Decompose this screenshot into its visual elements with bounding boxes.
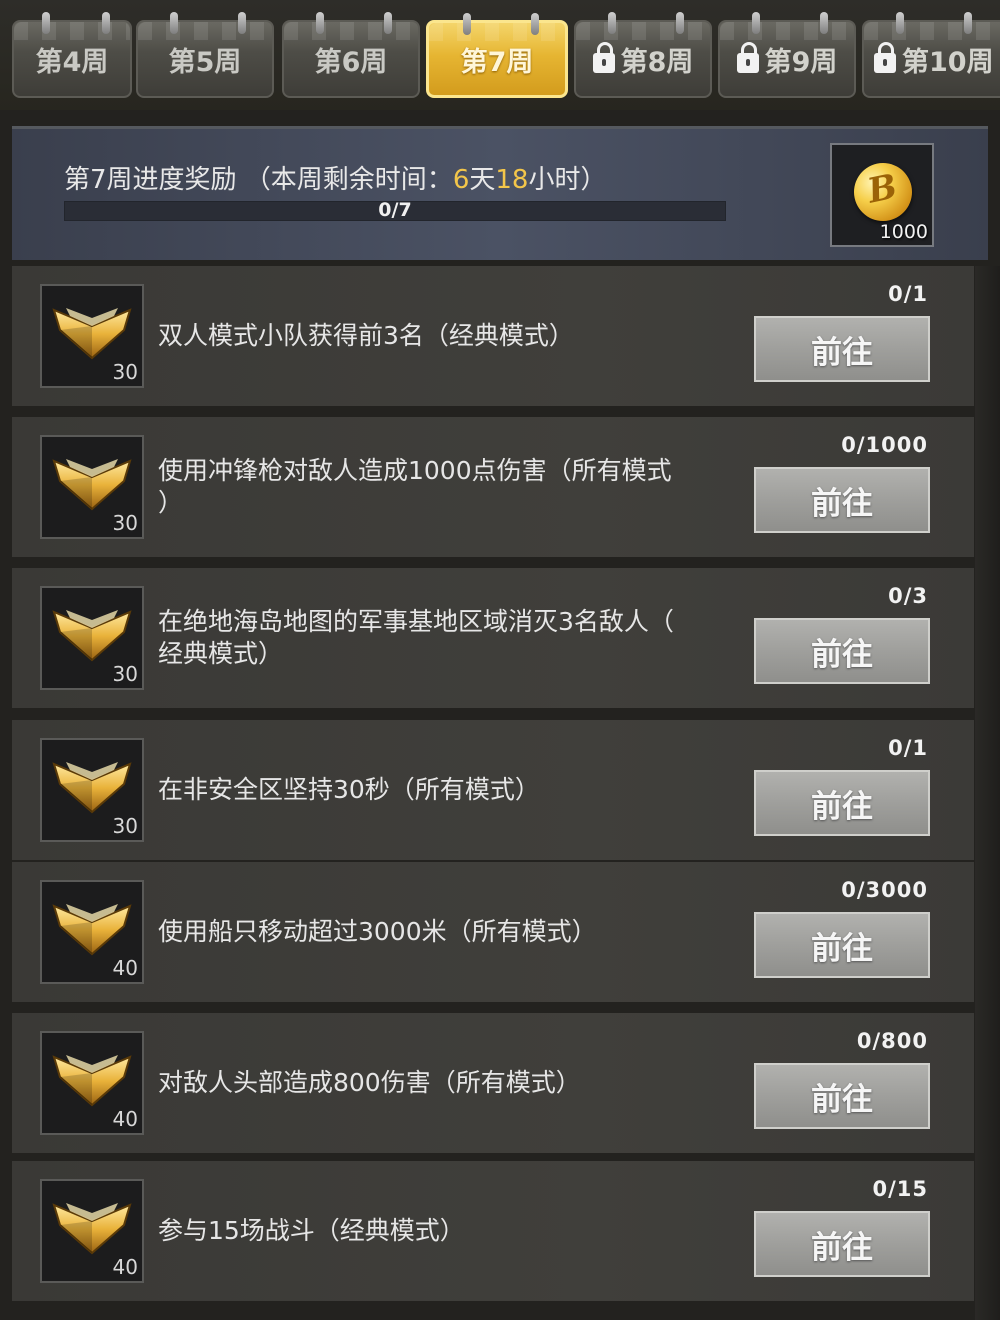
task-row: 40 对敌人头部造成800伤害（所有模式） 0/800 前往 [12,1013,974,1153]
task-description: 使用冲锋枪对敌人造成1000点伤害（所有模式 ） [158,417,738,557]
tab-week-10[interactable]: 第10周 [862,12,1000,98]
rank-chevron-icon: 40 [40,880,144,984]
tab-week-4[interactable]: 第4周 [12,12,132,98]
task-description: 使用船只移动超过3000米（所有模式） [158,862,738,1002]
task-description-line: 参与15场战斗（经典模式） [158,1216,465,1245]
tab-week-8[interactable]: 第8周 [574,12,712,98]
week-tab-bar: 第4周 第5周 第6周 第7周 第8周 第9周 第10周 [0,0,1000,110]
task-description-line: ） [158,488,184,517]
progress-title: 第7周进度奖励 （本周剩余时间：6天18小时） [64,159,607,196]
rank-chevron-icon: 40 [40,1031,144,1135]
rank-chevron-icon: 30 [40,738,144,842]
tab-week-9[interactable]: 第9周 [718,12,856,98]
rank-chevron-icon: 30 [40,586,144,690]
tab-week-6[interactable]: 第6周 [282,12,420,98]
task-progress: 0/15 [872,1177,928,1201]
days-unit: 天 [469,165,496,195]
title-suffix: ） [580,165,607,195]
task-row: 40 参与15场战斗（经典模式） 0/15 前往 [12,1161,974,1301]
task-progress: 0/3 [888,584,928,608]
task-description: 参与15场战斗（经典模式） [158,1161,738,1301]
task-progress: 0/1000 [841,433,928,457]
task-description-line: 使用船只移动超过3000米（所有模式） [158,917,597,946]
task-row: 40 使用船只移动超过3000米（所有模式） 0/3000 前往 [12,862,974,1002]
task-description: 在绝地海岛地图的军事基地区域消灭3名敌人（ 经典模式） [158,568,738,708]
tab-label: 第4周 [35,46,109,78]
tab-week-5[interactable]: 第5周 [136,12,274,98]
task-description: 对敌人头部造成800伤害（所有模式） [158,1013,738,1153]
tab-label: 第8周 [620,46,694,78]
days-remaining: 6 [452,165,470,195]
task-points: 40 [112,1255,138,1279]
rank-chevron-icon: 40 [40,1179,144,1283]
tab-label: 第10周 [902,46,994,78]
list-edge [975,266,1000,1320]
go-button[interactable]: 前往 [754,1211,930,1277]
gold-coin-icon: B [848,157,918,227]
task-points: 30 [112,662,138,686]
task-description-line: 双人模式小队获得前3名（经典模式） [158,321,574,350]
task-description-line: 在非安全区坚持30秒（所有模式） [158,775,540,804]
task-row: 30 双人模式小队获得前3名（经典模式） 0/1 前往 [12,266,974,406]
rank-chevron-icon: 30 [40,435,144,539]
reward-amount: 1000 [879,221,928,243]
task-progress: 0/3000 [841,878,928,902]
task-points: 30 [112,360,138,384]
task-progress: 0/1 [888,282,928,306]
hours-remaining: 18 [495,165,529,195]
task-description-line: 在绝地海岛地图的军事基地区域消灭3名敌人（ [158,607,674,636]
go-button[interactable]: 前往 [754,770,930,836]
go-button[interactable]: 前往 [754,912,930,978]
tab-week-7[interactable]: 第7周 [426,13,568,98]
tab-label: 第6周 [314,46,388,78]
task-points: 40 [112,1107,138,1131]
task-row: 30 在非安全区坚持30秒（所有模式） 0/1 前往 [12,720,974,860]
weekly-progress-bar: 0/7 [64,199,726,221]
task-points: 30 [112,511,138,535]
lock-icon [592,42,615,73]
go-button[interactable]: 前往 [754,1063,930,1129]
go-button[interactable]: 前往 [754,316,930,382]
progress-text: 0/7 [378,199,412,221]
task-row: 30 在绝地海岛地图的军事基地区域消灭3名敌人（ 经典模式） 0/3 前往 [12,568,974,708]
tab-label: 第9周 [764,46,838,78]
lock-icon [874,42,896,73]
task-points: 40 [112,956,138,980]
lock-icon [736,42,759,73]
task-description-line: 对敌人头部造成800伤害（所有模式） [158,1068,581,1097]
hours-unit: 小时 [528,165,581,195]
go-button[interactable]: 前往 [754,618,930,684]
task-progress: 0/800 [856,1029,928,1053]
reward-chest[interactable]: B 1000 [830,143,934,247]
task-description-line: 经典模式） [158,639,284,668]
go-button[interactable]: 前往 [754,467,930,533]
task-description-line: 使用冲锋枪对敌人造成1000点伤害（所有模式 [158,456,672,485]
task-points: 30 [112,814,138,838]
tab-label: 第7周 [460,46,534,78]
task-description: 在非安全区坚持30秒（所有模式） [158,720,738,860]
rank-chevron-icon: 30 [40,284,144,388]
task-description: 双人模式小队获得前3名（经典模式） [158,266,738,406]
weekly-progress-header: 第7周进度奖励 （本周剩余时间：6天18小时） 0/7 B 1000 [12,126,988,260]
title-prefix: 第7周进度奖励 （本周剩余时间： [64,165,453,195]
tab-label: 第5周 [168,46,242,78]
task-row: 30 使用冲锋枪对敌人造成1000点伤害（所有模式 ） 0/1000 前往 [12,417,974,557]
task-progress: 0/1 [888,736,928,760]
